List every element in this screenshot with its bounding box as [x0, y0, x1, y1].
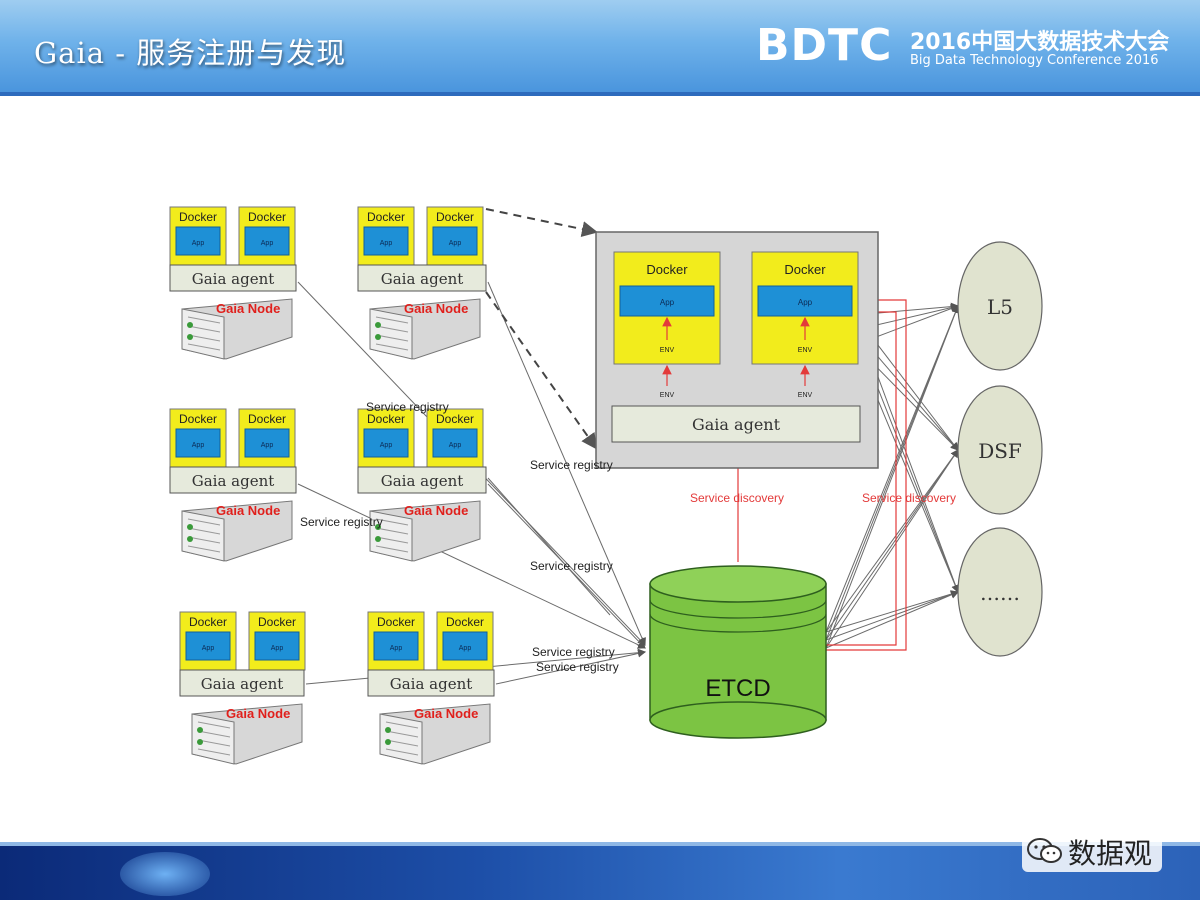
app-label: App: [202, 645, 215, 652]
gaia-node-label: Gaia Node: [216, 503, 280, 518]
docker-label: Docker: [436, 412, 474, 426]
app-label: App: [192, 240, 205, 247]
server-led: [187, 524, 193, 530]
gaia-node: Gaia Node: [369, 298, 481, 360]
gaia-node-label: Gaia Node: [216, 301, 280, 316]
app-label: App: [380, 442, 393, 449]
gaia-node: Gaia Node: [191, 703, 303, 765]
service-registry-label: Service registry: [366, 400, 449, 414]
server-front: [379, 713, 423, 765]
docker-label: Docker: [784, 262, 826, 277]
app-label: App: [390, 645, 403, 652]
docker-label: Docker: [446, 615, 484, 629]
gaia-agent-label: Gaia agent: [201, 675, 284, 693]
server-led: [375, 334, 381, 340]
service-registry-label: Service registry: [530, 458, 613, 472]
docker-label: Docker: [248, 210, 286, 224]
server-led: [187, 334, 193, 340]
server-led: [375, 536, 381, 542]
gaia-agent-label: Gaia agent: [381, 472, 464, 490]
env-label: ENV: [660, 392, 675, 399]
gaia-node-label: Gaia Node: [404, 503, 468, 518]
app-label: App: [192, 442, 205, 449]
server-front: [369, 308, 413, 360]
app-label: App: [449, 240, 462, 247]
docker-label: Docker: [377, 615, 415, 629]
app-label: App: [261, 240, 274, 247]
gaia-node: Gaia Node: [181, 500, 293, 562]
service-registry-label: Service registry: [300, 515, 383, 529]
gaia-agent-label: Gaia agent: [192, 472, 275, 490]
etcd-bottom: [649, 701, 827, 739]
etcd-consumer-line: [825, 591, 959, 649]
footer-glow: [120, 852, 210, 896]
service-registry-label: Service registry: [532, 645, 615, 659]
app-label: App: [380, 240, 393, 247]
docker-label: Docker: [367, 210, 405, 224]
server-led: [197, 727, 203, 733]
service-discovery-label: Service discovery: [690, 491, 784, 505]
zoom-dashed-line: [485, 291, 598, 450]
service-registry-label: Service registry: [536, 660, 619, 674]
consumer-label: DSF: [978, 439, 1022, 463]
env-label: ENV: [660, 347, 675, 354]
server-led: [385, 739, 391, 745]
architecture-diagram: Gaia Node Docker App Docker App Gaia agent Gai…: [169, 206, 1043, 765]
registry-line: [487, 477, 611, 616]
env-label: ENV: [798, 392, 813, 399]
docker-label: Docker: [248, 412, 286, 426]
gaia-node-label: Gaia Node: [414, 706, 478, 721]
etcd-label: ETCD: [705, 675, 770, 702]
gaia-node: Gaia Node: [181, 298, 293, 360]
server-led: [385, 727, 391, 733]
watermark-text: 数据观: [1068, 837, 1153, 870]
docker-label: Docker: [179, 210, 217, 224]
gaia-node: Gaia Node: [369, 500, 481, 562]
gaia-agent-label: Gaia agent: [692, 415, 781, 434]
app-label: App: [449, 442, 462, 449]
server-front: [181, 510, 225, 562]
server-front: [191, 713, 235, 765]
app-label: App: [459, 645, 472, 652]
etcd-top: [649, 565, 827, 603]
server-led: [197, 739, 203, 745]
server-led: [375, 322, 381, 328]
docker-label: Docker: [258, 615, 296, 629]
docker-label: Docker: [646, 262, 688, 277]
etcd-consumer-line: [825, 449, 959, 649]
etcd-consumer-line: [825, 590, 959, 641]
gaia-agent-label: Gaia agent: [381, 270, 464, 288]
gaia-node: Gaia Node: [379, 703, 491, 765]
gaia-agent-label: Gaia agent: [390, 675, 473, 693]
consumer-label: L5: [987, 295, 1013, 319]
zoom-dashed-line: [485, 208, 598, 237]
wechat-icon: [1027, 838, 1062, 863]
docker-label: Docker: [436, 210, 474, 224]
docker-label: Docker: [367, 412, 405, 426]
env-label: ENV: [798, 347, 813, 354]
consumer-label: ……: [980, 581, 1020, 605]
server-led: [187, 536, 193, 542]
server-front: [181, 308, 225, 360]
docker-label: Docker: [189, 615, 227, 629]
docker-label: Docker: [179, 412, 217, 426]
gaia-node-label: Gaia Node: [226, 706, 290, 721]
app-label: App: [271, 645, 284, 652]
app-label: App: [660, 298, 675, 307]
gaia-agent-label: Gaia agent: [192, 270, 275, 288]
gaia-node-label: Gaia Node: [404, 301, 468, 316]
server-led: [187, 322, 193, 328]
service-discovery-label: Service discovery: [862, 491, 956, 505]
service-registry-label: Service registry: [530, 559, 613, 573]
app-label: App: [798, 298, 813, 307]
app-label: App: [261, 442, 274, 449]
